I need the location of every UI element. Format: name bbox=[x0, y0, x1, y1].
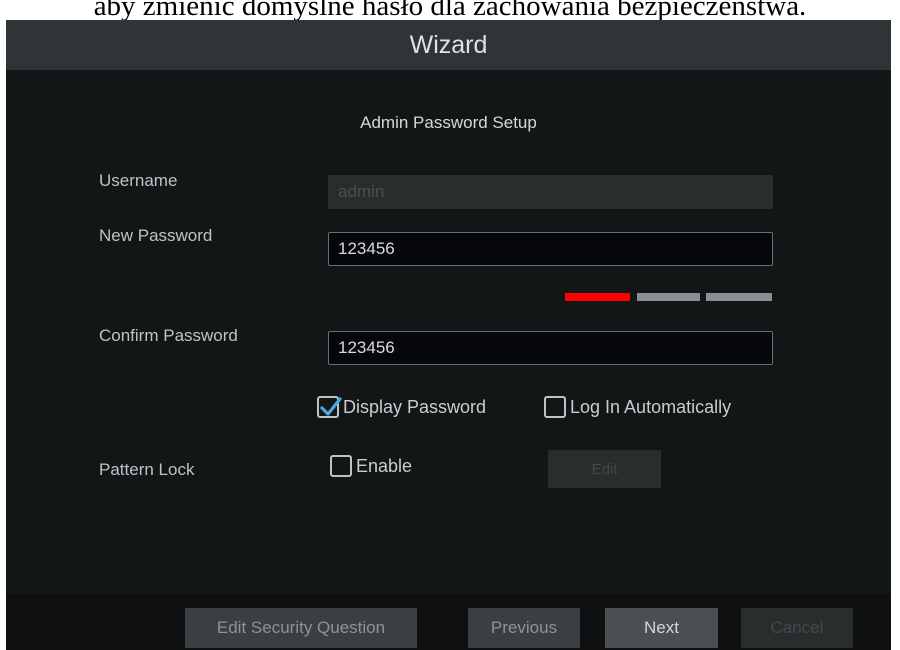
pattern-lock-label: Pattern Lock bbox=[99, 460, 195, 479]
password-strength-segment-1 bbox=[565, 293, 630, 301]
confirm-password-field[interactable] bbox=[328, 331, 773, 365]
pattern-lock-enable-checkbox[interactable] bbox=[330, 455, 352, 477]
previous-button[interactable]: Previous bbox=[468, 608, 580, 648]
new-password-label: New Password bbox=[99, 226, 213, 245]
password-strength-segment-3 bbox=[706, 293, 772, 301]
wizard-dialog: Wizard Admin Password Setup Username New… bbox=[6, 20, 891, 650]
log-in-automatically-option[interactable]: Log In Automatically bbox=[544, 396, 731, 418]
pattern-lock-enable-option[interactable]: Enable bbox=[330, 455, 412, 477]
log-in-automatically-label: Log In Automatically bbox=[570, 396, 732, 417]
username-field bbox=[328, 175, 773, 209]
title-bar: Wizard bbox=[6, 20, 891, 70]
pattern-lock-edit-button[interactable]: Edit bbox=[548, 450, 661, 488]
new-password-field[interactable] bbox=[328, 232, 773, 266]
display-password-checkbox[interactable] bbox=[317, 396, 342, 418]
checkmark-icon bbox=[320, 397, 342, 416]
confirm-password-label: Confirm Password bbox=[99, 326, 238, 345]
section-title: Admin Password Setup bbox=[360, 113, 537, 132]
next-button[interactable]: Next bbox=[605, 608, 718, 648]
footer-bar: Edit Security Question Previous Next Can… bbox=[6, 594, 891, 650]
window-title: Wizard bbox=[409, 30, 488, 59]
display-password-label: Display Password bbox=[343, 396, 487, 417]
cancel-button[interactable]: Cancel bbox=[741, 608, 853, 648]
pattern-lock-enable-label: Enable bbox=[356, 455, 413, 476]
log-in-automatically-checkbox[interactable] bbox=[544, 396, 566, 418]
password-strength-segment-2 bbox=[637, 293, 700, 301]
username-label: Username bbox=[99, 171, 178, 190]
edit-security-question-button[interactable]: Edit Security Question bbox=[185, 608, 417, 648]
display-password-option[interactable]: Display Password bbox=[317, 396, 486, 418]
